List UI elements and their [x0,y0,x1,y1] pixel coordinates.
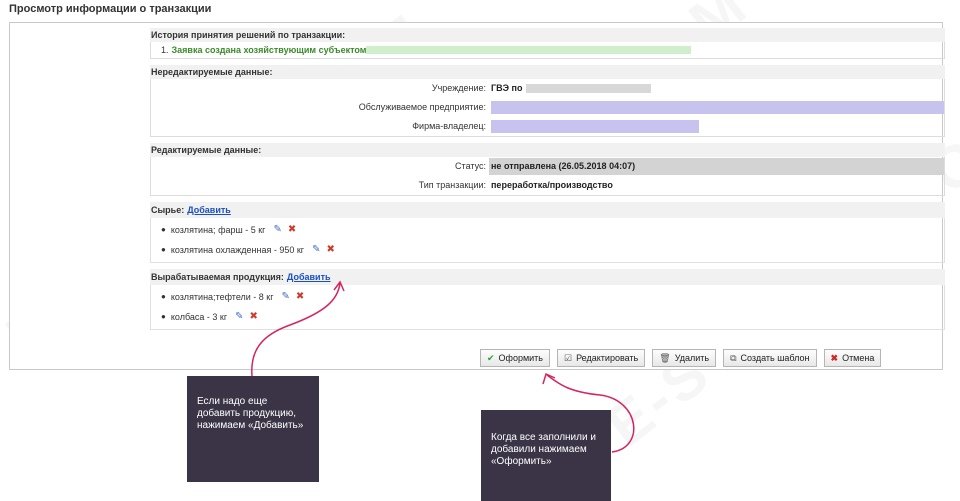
products-title: Вырабатываемая продукция: Добавить [150,269,945,285]
history-item-number: 1. [161,45,169,55]
bullet: ● [161,225,166,234]
create-template-button[interactable]: ⧉ Создать шаблон [723,349,817,367]
raw-list: ● козлятина; фарш - 5 кг ✎ ✖ ● козлятина… [150,218,945,263]
arrowhead-submit [542,372,556,385]
close-icon: ✖ [830,352,839,363]
redacted-institution [526,84,651,93]
callout-submit-hint: Когда все заполнили и добавили нажимаем … [481,410,611,501]
pencil-icon[interactable]: ✎ [273,220,281,240]
cancel-button[interactable]: ✖ Отмена [823,349,882,367]
history-section: 1. Заявка создана хозяйствующим субъектом… [150,42,945,59]
redacted-enterprise [491,101,944,114]
pencil-icon[interactable]: ✎ [235,307,243,327]
list-item: ● козлятина;тефтели - 8 кг ✎ ✖ [151,287,944,307]
redacted-name [366,46,691,54]
status-value: не отправлена (26.05.2018 04:07) [491,161,636,171]
transaction-content: История принятия решений по транзакции: … [150,28,945,336]
delete-button[interactable]: 🗑 Удалить [652,349,717,367]
edit-button[interactable]: ☑ Редактировать [557,349,646,367]
history-item: 1. Заявка создана хозяйствующим субъектом… [151,42,944,58]
raw-item-text: козлятина; фарш - 5 кг [170,225,266,235]
readonly-title: Нередактируемые данные: [150,65,945,79]
cross-icon[interactable]: ✖ [326,240,334,260]
delete-label: Удалить [674,353,710,363]
list-item: ● козлятина; фарш - 5 кг ✎ ✖ [151,220,944,240]
list-item: ● колбаса - 3 кг ✎ ✖ [151,307,944,327]
product-item-text: колбаса - 3 кг [170,312,228,322]
products-title-text: Вырабатываемая продукция: [151,272,284,282]
raw-item-text: козлятина охлажденная - 950 кг [170,245,305,255]
row-owner: Фирма-владелец: [151,117,944,136]
page-title: Просмотр информации о транзакции [9,3,212,15]
editable-title: Редактируемые данные: [150,143,945,157]
pencil-icon[interactable]: ✎ [282,287,290,307]
check-icon: ✔ [487,352,495,363]
callout-add-hint: Если надо еще добавить продукцию, нажима… [187,376,319,482]
raw-add-link[interactable]: Добавить [187,205,231,215]
cross-icon[interactable]: ✖ [288,220,296,240]
status-label: Статус: [455,161,486,171]
pencil-icon[interactable]: ✎ [312,240,320,260]
type-value: переработка/производство [491,180,613,190]
type-label: Тип транзакции: [418,180,486,190]
history-title: История принятия решений по транзакции: [150,28,945,42]
action-buttons: ✔ Оформить ☑ Редактировать 🗑 Удалить ⧉ С… [480,349,882,367]
bullet: ● [161,245,166,254]
row-institution: Учреждение: ГВЭ по [151,79,944,98]
raw-title-text: Сырье: [151,205,185,215]
bullet: ● [161,292,166,301]
edit-icon: ☑ [564,352,573,363]
transaction-panel: История принятия решений по транзакции: … [9,22,945,370]
bullet: ● [161,312,166,321]
products-list: ● козлятина;тефтели - 8 кг ✎ ✖ ● колбаса… [150,285,945,330]
editable-section: Статус: не отправлена (26.05.2018 04:07)… [150,157,945,196]
enterprise-label: Обслуживаемое предприятие: [358,102,486,112]
row-enterprise: Обслуживаемое предприятие: [151,98,944,117]
edit-label: Редактировать [576,353,639,363]
cross-icon[interactable]: ✖ [296,287,304,307]
list-item: ● козлятина охлажденная - 950 кг ✎ ✖ [151,240,944,260]
history-item-text: Заявка создана хозяйствующим субъектом : [171,45,372,55]
product-item-text: козлятина;тефтели - 8 кг [170,292,274,302]
template-label: Создать шаблон [740,353,810,363]
readonly-section: Учреждение: ГВЭ по Обслуживаемое предпри… [150,79,945,137]
submit-button[interactable]: ✔ Оформить [480,349,550,367]
submit-label: Оформить [498,353,543,363]
redacted-owner [491,120,699,133]
cross-icon[interactable]: ✖ [250,307,258,327]
trash-icon: 🗑 [659,352,671,363]
products-add-link[interactable]: Добавить [287,272,331,282]
institution-label: Учреждение: [431,83,486,93]
owner-label: Фирма-владелец: [412,121,486,131]
institution-value: ГВЭ по [491,83,523,93]
row-status: Статус: не отправлена (26.05.2018 04:07) [151,157,944,176]
row-type: Тип транзакции: переработка/производство [151,176,944,195]
raw-title: Сырье: Добавить [150,202,945,218]
copy-icon: ⧉ [730,352,737,363]
cancel-label: Отмена [842,353,875,363]
